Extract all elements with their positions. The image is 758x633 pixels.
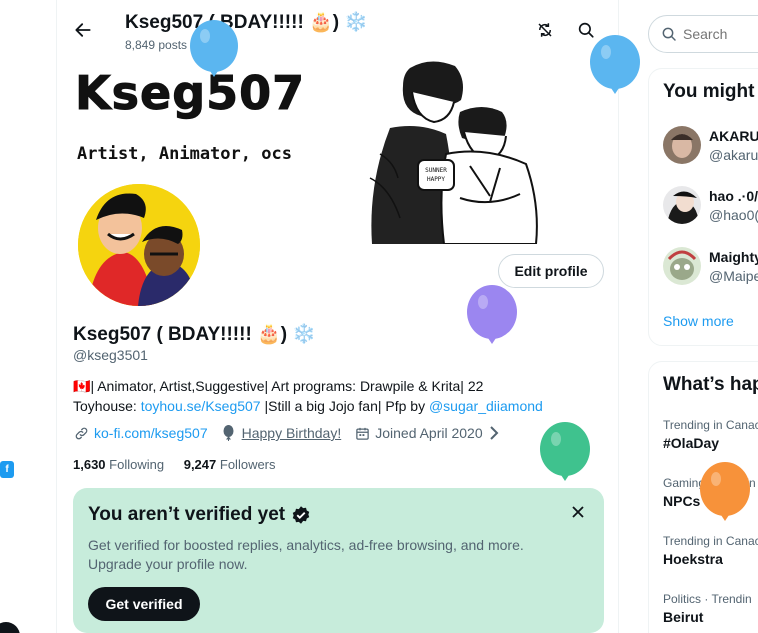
bio-line-2-middle: |Still a big Jojo fan| Pfp by bbox=[260, 398, 429, 414]
calendar-icon bbox=[354, 425, 370, 441]
trend-title: Beirut bbox=[663, 609, 704, 625]
followers-count: 9,247 bbox=[183, 457, 217, 472]
trend-title: Hoekstra bbox=[663, 551, 723, 567]
trends-panel: What’s hap Trending in Canac #OlaDay Gam… bbox=[648, 361, 758, 633]
birthday-link[interactable]: Happy Birthday! bbox=[242, 425, 342, 441]
followers-link[interactable]: 9,247 Followers bbox=[184, 457, 276, 472]
website-link[interactable]: ko-fi.com/kseg507 bbox=[94, 425, 208, 441]
trend-context: Politics · Trendin bbox=[663, 592, 752, 606]
link-icon bbox=[73, 425, 89, 441]
profile-avatar[interactable] bbox=[74, 180, 204, 310]
right-sidebar: You might AKARU @akaru hao .·0/ @hao0( M… bbox=[634, 0, 758, 633]
suggestion-name: hao .·0/ bbox=[709, 188, 758, 204]
search-icon bbox=[578, 22, 594, 38]
avatar-illustration bbox=[78, 184, 200, 306]
back-button[interactable] bbox=[69, 16, 97, 44]
get-verified-button[interactable]: Get verified bbox=[88, 587, 200, 621]
profile-meta: ko-fi.com/kseg507 Happy Birthday! Joined… bbox=[73, 425, 520, 441]
follow-counts: 1,630 Following 9,247 Followers bbox=[73, 457, 276, 472]
following-count: 1,630 bbox=[73, 457, 106, 472]
profile-header-bar: Kseg507 ( BDAY!!!!! 🎂) ❄️ 8,849 posts bbox=[57, 0, 618, 60]
suggestion-handle: @akaru bbox=[709, 147, 758, 163]
trends-title: What’s hap bbox=[663, 374, 758, 395]
svg-text:HAPPY: HAPPY bbox=[427, 176, 445, 183]
arrow-left-icon bbox=[75, 23, 91, 37]
suggestion-avatar bbox=[663, 126, 701, 164]
verified-badge-icon bbox=[292, 506, 310, 524]
svg-text:SUNNER: SUNNER bbox=[425, 167, 447, 174]
bio-line-1: | Animator, Artist,Suggestive| Art progr… bbox=[90, 378, 484, 394]
suggestion-name: AKARU bbox=[709, 128, 758, 144]
search-input[interactable] bbox=[683, 26, 758, 42]
verification-prompt: You aren’t verified yet Get verified for… bbox=[73, 488, 604, 633]
left-badge[interactable]: f bbox=[0, 461, 14, 478]
close-icon bbox=[572, 506, 584, 518]
profile-column: Kseg507 ( BDAY!!!!! 🎂) ❄️ 8,849 posts Ks… bbox=[56, 0, 619, 633]
search-icon bbox=[662, 27, 676, 41]
trend-title: #OlaDay bbox=[663, 435, 720, 451]
trend-item[interactable]: Trending in Canac #OlaDay bbox=[663, 418, 758, 451]
suggestion-avatar bbox=[663, 186, 701, 224]
toyhouse-link[interactable]: toyhou.se/Kseg507 bbox=[141, 398, 261, 414]
left-nav-rail: f bbox=[0, 0, 56, 633]
bio-line-2-prefix: Toyhouse: bbox=[73, 398, 141, 414]
trend-context: Trending in Canac bbox=[663, 418, 758, 432]
trend-item[interactable]: Politics · Trendin Beirut bbox=[663, 592, 758, 625]
verify-title-row: You aren’t verified yet bbox=[88, 504, 311, 526]
verify-description: Get verified for boosted replies, analyt… bbox=[88, 537, 524, 572]
following-label: Following bbox=[109, 457, 165, 472]
chevron-right-icon[interactable] bbox=[486, 425, 502, 441]
suggestion-handle: @hao0( bbox=[709, 207, 758, 223]
search-box[interactable] bbox=[648, 15, 758, 53]
show-more-link[interactable]: Show more bbox=[663, 313, 734, 329]
profile-bio: 🇨🇦| Animator, Artist,Suggestive| Art pro… bbox=[73, 376, 563, 416]
trend-title: NPCs bbox=[663, 493, 701, 509]
suggestion-avatar bbox=[663, 247, 701, 285]
suggestion-item[interactable]: AKARU @akaru bbox=[663, 126, 758, 170]
display-name: Kseg507 ( BDAY!!!!! 🎂) ❄️ bbox=[73, 324, 316, 345]
trend-context: Trending in Canac bbox=[663, 534, 758, 548]
header-title: Kseg507 ( BDAY!!!!! 🎂) ❄️ bbox=[125, 12, 368, 33]
trend-context: Gaming · Trendin bbox=[663, 476, 756, 490]
dismiss-button[interactable] bbox=[568, 502, 588, 522]
refresh-off-icon bbox=[538, 23, 552, 37]
banner-logo: Kseg507 bbox=[74, 66, 306, 121]
refresh-button[interactable] bbox=[533, 18, 557, 42]
balloon-icon bbox=[221, 425, 237, 441]
suggestion-handle: @Maipe bbox=[709, 268, 758, 284]
account-avatar[interactable] bbox=[0, 622, 20, 633]
username-handle: @kseg3501 bbox=[73, 347, 148, 363]
following-link[interactable]: 1,630 Following bbox=[73, 457, 164, 472]
joined-date: Joined April 2020 bbox=[375, 425, 483, 441]
trend-item[interactable]: Trending in Canac Hoekstra bbox=[663, 534, 758, 567]
banner-illustration: SUNNER HAPPY bbox=[369, 61, 538, 244]
banner-tagline: Artist, Animator, ocs bbox=[77, 144, 292, 164]
suggestion-item[interactable]: Maighty @Maipe bbox=[663, 247, 758, 291]
canada-flag-icon: 🇨🇦 bbox=[73, 378, 91, 394]
verify-title: You aren’t verified yet bbox=[88, 504, 286, 525]
pfp-artist-mention[interactable]: @sugar_diiamond bbox=[429, 398, 543, 414]
search-profile-button[interactable] bbox=[574, 18, 598, 42]
suggestion-item[interactable]: hao .·0/ @hao0( bbox=[663, 186, 758, 230]
who-to-follow-title: You might bbox=[663, 81, 755, 102]
edit-profile-button[interactable]: Edit profile bbox=[498, 254, 604, 288]
who-to-follow-panel: You might AKARU @akaru hao .·0/ @hao0( M… bbox=[648, 68, 758, 346]
followers-label: Followers bbox=[219, 457, 276, 472]
post-count: 8,849 posts bbox=[125, 38, 188, 52]
suggestion-name: Maighty bbox=[709, 249, 758, 265]
trend-item[interactable]: Gaming · Trendin NPCs bbox=[663, 476, 758, 509]
